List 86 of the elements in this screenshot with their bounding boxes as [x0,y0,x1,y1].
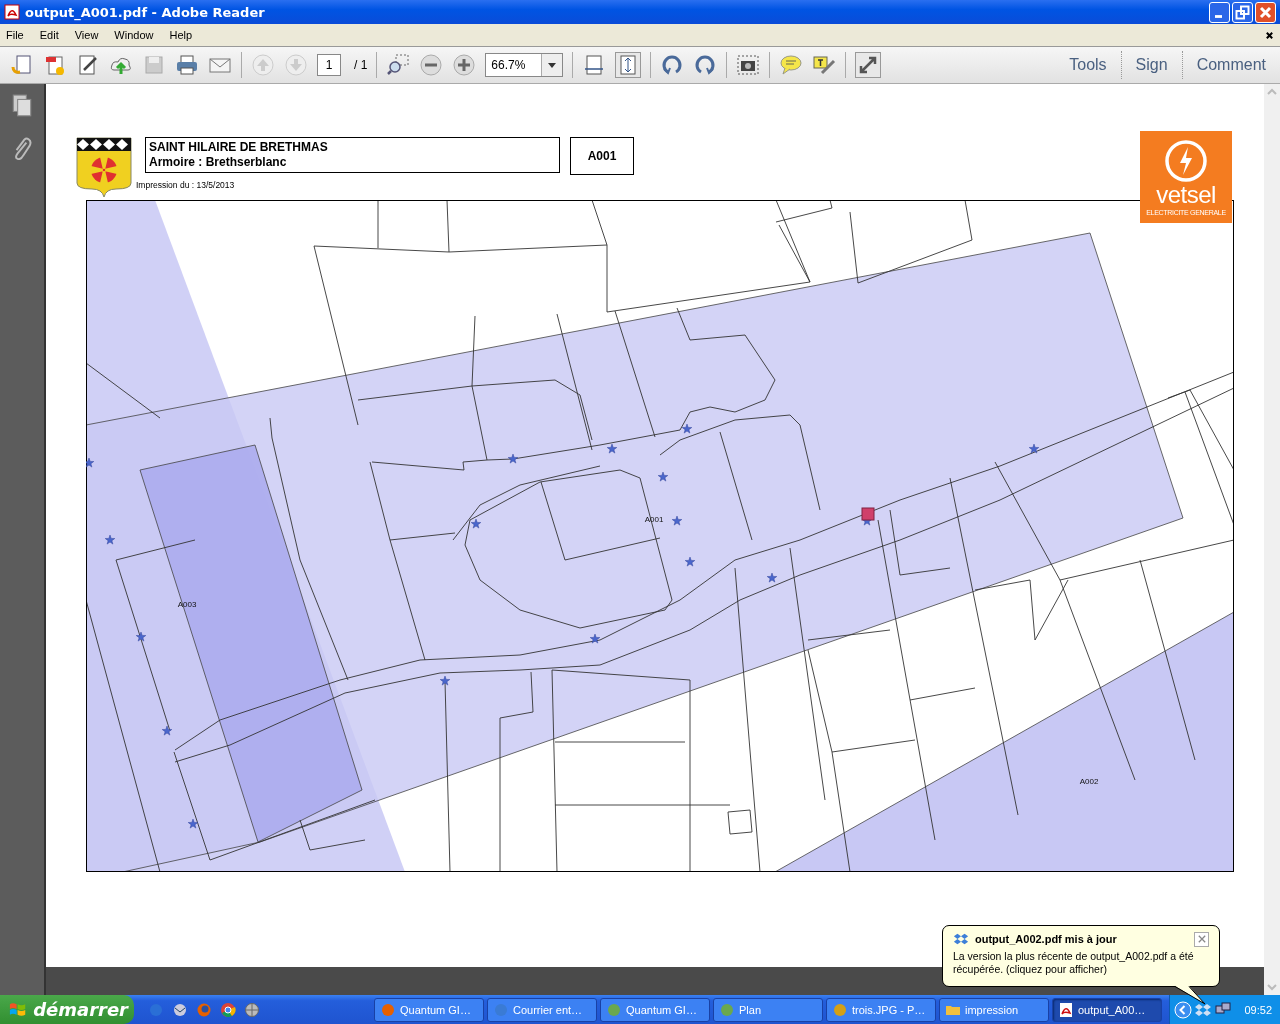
app-icon [719,1001,735,1018]
taskbar-button[interactable]: impression [939,997,1049,1022]
chevron-left-icon[interactable] [1174,1000,1193,1019]
map-label: A003 [177,600,197,609]
globe-icon[interactable] [244,1001,260,1018]
notification-message: La version la plus récente de output_A002.pdf a été récupérée. (cliquez pour afficher) [953,950,1195,976]
star-marker [161,725,173,736]
restore-button[interactable] [1232,1,1253,23]
star-marker [507,453,519,464]
pdf-file-icon [1058,1001,1074,1018]
menu-item[interactable]: Help [169,29,193,41]
taskbar-button[interactable]: Plan [713,997,823,1022]
page-count: / 1 [354,58,368,72]
print-date: Impression du : 13/5/2013 [136,180,236,190]
caret-icon [548,62,557,68]
taskbar-button[interactable]: Quantum GI… [600,997,710,1022]
star-marker [187,818,199,829]
star-marker [657,471,669,482]
camera-icon[interactable] [736,53,761,77]
pdf-file-icon [4,4,20,20]
fit-page-icon[interactable] [615,52,642,78]
menu-item[interactable]: View [74,29,99,41]
print-icon[interactable] [175,53,199,77]
star-marker [439,675,451,686]
create-pdf-icon[interactable] [43,53,67,77]
app-icon [606,1001,622,1018]
taskbar-button[interactable]: Quantum GI… [374,997,484,1022]
star-marker [684,556,696,567]
comment-bubble-icon[interactable] [779,53,804,77]
star-marker [671,515,683,526]
balloon-pointer [1175,986,1205,1006]
star-marker [606,443,618,454]
window-title: output_A001.pdf - Adobe Reader [25,4,265,20]
panel-button[interactable]: Comment [1182,56,1280,74]
taskbar-button[interactable]: trois.JPG - P… [826,997,936,1022]
menu-item[interactable]: Window [114,29,154,41]
chrome-icon[interactable] [220,1001,236,1018]
open-file-icon[interactable] [10,53,34,77]
close-icon[interactable] [1265,30,1274,40]
star-marker [589,633,601,644]
star-marker [766,572,778,583]
map-label: A002 [1079,777,1099,786]
page-number-field[interactable]: 1 [317,54,341,76]
document-title: SAINT HILAIRE DE BRETHMAS [149,140,329,155]
mail-client-icon[interactable] [172,1001,188,1018]
menu-item[interactable]: File [6,29,24,41]
cabinet-marker [861,507,875,521]
marquee-zoom-icon[interactable] [386,53,411,77]
firefox-icon[interactable] [196,1001,212,1018]
close-icon [1197,935,1206,943]
cabinet-code: A001 [587,148,617,164]
start-button[interactable]: démarrer [0,995,134,1024]
map-label: A001 [644,515,664,524]
edit-icon[interactable] [76,53,100,77]
app-icon [832,1001,848,1018]
logo-name: vetsel [1156,183,1216,207]
taskbar-button[interactable]: Courrier ent… [487,997,597,1022]
star-marker [135,631,147,642]
clock: 09:52 [1244,1003,1272,1016]
notification-title: output_A002.pdf mis à jour [975,933,1117,945]
full-screen-icon[interactable] [855,52,882,78]
coat-of-arms-icon [76,137,132,197]
pages-icon[interactable] [11,94,33,118]
text-highlight-icon[interactable] [812,53,837,77]
star-marker [470,518,482,529]
star-marker [681,423,693,434]
app-icon [380,1001,396,1018]
panel-button[interactable]: Sign [1121,56,1182,74]
menu-item[interactable]: Edit [39,29,59,41]
panel-button[interactable]: Tools [1055,56,1121,74]
close-button[interactable] [1194,931,1209,947]
zoom-in-icon[interactable] [452,53,477,77]
document-subtitle: Armoire : Brethserblanc [149,155,288,170]
star-marker [86,457,95,468]
dropbox-icon [953,931,969,947]
minimize-button[interactable] [1209,1,1230,23]
star-marker [104,534,116,545]
taskbar-button[interactable]: output_A00… [1052,997,1162,1022]
star-marker [1028,443,1040,454]
zoom-out-icon[interactable] [419,53,444,77]
restore-icon [1235,4,1250,20]
zoom-dropdown[interactable]: 66.7% [485,53,564,77]
minimize-icon [1215,14,1222,18]
lightning-bolt-icon [1164,139,1208,183]
close-icon [1258,4,1273,20]
app-icon [493,1001,509,1018]
